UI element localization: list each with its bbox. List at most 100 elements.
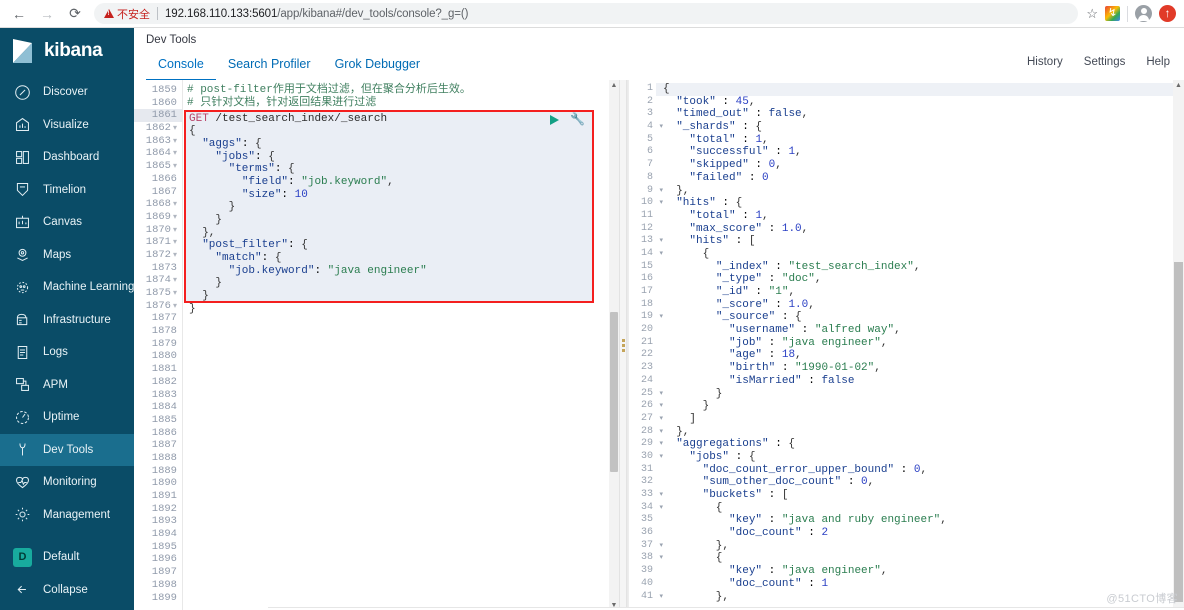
back-icon[interactable]: ←	[6, 2, 32, 26]
line-number: 15	[640, 260, 653, 272]
line-number: 21	[640, 336, 653, 348]
sidebar-item-timelion[interactable]: Timelion	[0, 174, 134, 207]
editor-scroll-thumb[interactable]	[610, 312, 618, 472]
security-warning[interactable]: 不安全	[104, 6, 150, 22]
line-number: 1871 ▾	[145, 236, 177, 249]
tab-search-profiler[interactable]: Search Profiler	[216, 53, 323, 81]
editor-scrollbar[interactable]: ▲ ▼	[609, 80, 619, 610]
line-number: 32	[640, 476, 653, 488]
line-number: 1889	[151, 464, 177, 477]
address-bar[interactable]: 不安全 192.168.110.133:5601/app/kibana#/dev…	[94, 3, 1079, 24]
help-link[interactable]: Help	[1146, 56, 1170, 68]
request-body-line: }	[189, 290, 209, 303]
line-number: 30 ▾	[640, 450, 663, 462]
browser-toolbar: ← → ⟳ 不安全 192.168.110.133:5601/app/kiban…	[0, 0, 1184, 28]
profile-avatar-icon[interactable]	[1135, 5, 1152, 22]
space-badge-letter: D	[13, 547, 32, 567]
play-icon[interactable]	[550, 114, 560, 125]
heartbeat-icon	[13, 473, 32, 492]
settings-link[interactable]: Settings	[1084, 56, 1126, 68]
tab-grok-debugger[interactable]: Grok Debugger	[323, 53, 432, 81]
response-line: "skipped" : 0,	[689, 159, 782, 172]
response-line: "key" : "java and ruby engineer",	[729, 514, 947, 527]
line-number: 27 ▾	[640, 412, 663, 424]
line-number: 28 ▾	[640, 425, 663, 437]
arrow-left-icon	[13, 580, 32, 599]
line-number: 16	[640, 273, 653, 285]
response-scrollbar[interactable]: ▲	[1173, 80, 1184, 610]
compass-icon	[13, 83, 32, 102]
response-line: "doc_count" : 1	[729, 577, 829, 590]
sidebar-item-infrastructure[interactable]: Infrastructure	[0, 304, 134, 337]
url-host: 192.168.110.133:5601	[165, 7, 278, 20]
sidebar-item-maps[interactable]: Maps	[0, 239, 134, 272]
panel-resize-handle[interactable]	[619, 80, 627, 610]
editor-comment-line: # post-filter作用于文档过滤，但在聚合分析后生效。	[187, 84, 471, 96]
line-number: 1884	[151, 401, 177, 414]
barchart-icon	[13, 115, 32, 134]
line-number: 33 ▾	[640, 489, 663, 500]
history-link[interactable]: History	[1027, 56, 1063, 68]
line-number: 11	[640, 209, 653, 221]
response-line: "buckets" : [	[702, 489, 789, 501]
sidebar-item-dashboard[interactable]: Dashboard	[0, 141, 134, 174]
line-number: 1885	[151, 413, 177, 426]
line-number: 1882	[151, 375, 177, 388]
tab-console[interactable]: Console	[146, 53, 216, 81]
line-number: 9 ▾	[646, 184, 663, 196]
sidebar-item-collapse[interactable]: Collapse	[0, 574, 134, 607]
sidebar-item-management[interactable]: Management	[0, 499, 134, 532]
toolbar-divider	[1127, 5, 1128, 22]
sidebar-label: Maps	[43, 248, 72, 261]
scroll-up-icon[interactable]: ▲	[1173, 80, 1184, 90]
line-number: 1861	[134, 109, 182, 123]
editor-line-numbers: 1859 1860 1861 1862 ▾ 1863 ▾ 1864 ▾ 1865 ▾ 1866 1867…	[134, 80, 183, 610]
response-line: "key" : "java engineer",	[729, 565, 888, 578]
bookmark-star-icon[interactable]: ☆	[1086, 6, 1098, 22]
sidebar-item-visualize[interactable]: Visualize	[0, 109, 134, 142]
response-line: "job" : "java engineer",	[729, 336, 888, 349]
response-pane[interactable]: 1▾234▾56789▾10▾111213▾14▾1516171819▾2021…	[627, 80, 1184, 610]
sidebar-item-apm[interactable]: APM	[0, 369, 134, 402]
sidebar-label: Collapse	[43, 583, 88, 596]
line-number: 17	[640, 286, 653, 297]
timelion-icon	[13, 180, 32, 199]
extension-icon[interactable]	[1105, 6, 1120, 21]
reload-icon[interactable]: ⟳	[62, 2, 88, 26]
line-number: 1869 ▾	[145, 210, 177, 223]
security-warning-label: 不安全	[117, 8, 150, 21]
logs-icon	[13, 343, 32, 362]
scroll-up-icon[interactable]: ▲	[609, 80, 619, 90]
response-line: "hits" : {	[676, 197, 743, 210]
sidebar-item-dev-tools[interactable]: Dev Tools	[0, 433, 134, 466]
sidebar-item-discover[interactable]: Discover	[0, 76, 134, 109]
request-line: GET /test_search_index/_search	[186, 113, 592, 126]
request-method: GET	[189, 112, 209, 125]
highlighted-request-box[interactable]: 🔧 GET /test_search_index/_search { "aggs…	[184, 109, 594, 315]
sidebar-label: Logs	[43, 346, 68, 359]
response-scroll-thumb[interactable]	[1174, 262, 1183, 602]
sidebar-item-canvas[interactable]: Canvas	[0, 206, 134, 239]
update-icon[interactable]	[1159, 5, 1176, 22]
sidebar-item-machine-learning[interactable]: Machine Learning	[0, 271, 134, 304]
response-line: "total" : 1,	[689, 133, 769, 146]
line-number: 39	[640, 565, 653, 577]
sidebar-item-monitoring[interactable]: Monitoring	[0, 466, 134, 499]
sidebar-item-uptime[interactable]: Uptime	[0, 401, 134, 434]
header-links: History Settings Help	[1027, 56, 1170, 68]
kibana-brand-label: kibana	[44, 40, 103, 61]
editor-code-area[interactable]: # post-filter作用于文档过滤，但在聚合分析后生效。 # 只针对文档，…	[183, 80, 619, 610]
kibana-brand[interactable]: kibana	[0, 28, 134, 74]
watermark: @51CTO博客	[1106, 593, 1178, 605]
response-line: "_id" : "1",	[715, 286, 796, 298]
wrench-icon[interactable]: 🔧	[570, 114, 585, 126]
response-line: ]	[663, 412, 697, 425]
line-number: 1891	[151, 490, 177, 502]
sidebar-item-logs[interactable]: Logs	[0, 336, 134, 369]
forward-icon[interactable]: →	[34, 2, 60, 26]
apm-icon	[13, 375, 32, 394]
sidebar-item-space-default[interactable]: D Default	[0, 541, 134, 574]
request-editor-pane[interactable]: 1859 1860 1861 1862 ▾ 1863 ▾ 1864 ▾ 1865 ▾ 1866 1867…	[134, 80, 619, 610]
dashboard-icon	[13, 148, 32, 167]
line-number: 4 ▾	[646, 121, 663, 133]
